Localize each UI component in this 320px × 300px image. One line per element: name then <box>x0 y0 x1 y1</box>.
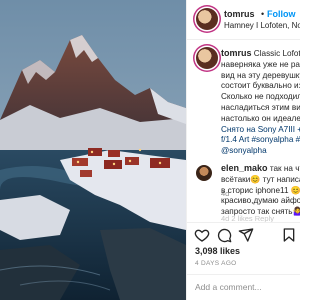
post-age: 4 DAYS AGO <box>195 260 237 267</box>
caption-avatar[interactable] <box>196 47 218 69</box>
post-viewer: tomrus • Follow Hamney I Lofoten, Nordla… <box>0 0 300 300</box>
caption-line: вид на эту деревушку, к <box>221 70 300 80</box>
location-link[interactable]: Hamney I Lofoten, Nordland <box>224 21 300 30</box>
comment-line: красиво,думаю айфон м <box>221 196 300 206</box>
likes-count[interactable]: 3,098 likes <box>195 246 240 256</box>
action-bar <box>187 222 300 245</box>
add-comment-input[interactable]: Add a comment... <box>195 282 262 292</box>
post-photo[interactable] <box>0 0 186 300</box>
avatar[interactable] <box>196 8 218 30</box>
comment-username[interactable]: elen_mako <box>221 163 268 173</box>
follow-button[interactable]: Follow <box>267 9 296 19</box>
comment-line: всётаки😊 тут написано <box>221 174 300 184</box>
caption-username[interactable]: tomrus <box>221 48 252 58</box>
caption-line: наверняка уже не раз в <box>221 59 300 69</box>
caption-mention[interactable]: @sonyalpha <box>221 146 300 157</box>
add-comment-bar[interactable]: Add a comment... <box>187 274 300 300</box>
share-icon[interactable] <box>238 227 254 243</box>
post-header: tomrus • Follow Hamney I Lofoten, Nordla… <box>187 0 300 40</box>
comment-icon[interactable] <box>216 227 232 243</box>
caption-line: Сколько не подходил, н <box>221 92 300 102</box>
caption-line: настолько он идеален. <box>221 113 300 123</box>
caption-line: Classic Lofoten view <box>253 49 300 58</box>
lofoten-landscape-image <box>0 0 186 300</box>
comment-line: так на что сн <box>269 164 300 173</box>
comment-avatar[interactable] <box>196 165 212 181</box>
caption-text: tomrus Classic Lofoten view наверняка уж… <box>221 48 300 157</box>
comment-text: elen_mako так на что сн всётаки😊 тут нап… <box>221 163 300 218</box>
username-link[interactable]: tomrus <box>224 9 255 19</box>
caption-line[interactable]: f/1.4 Art #sonyalpha #bea <box>221 135 300 146</box>
caption-line[interactable]: Снято на Sony A7III + Sig <box>221 125 300 136</box>
caption-line: состоит буквально из дв <box>221 81 300 91</box>
comment-line: в сторис iphone11 😊 оч <box>221 185 300 195</box>
caption-line: насладиться этим видом <box>221 102 300 112</box>
heart-icon[interactable] <box>194 227 210 243</box>
post-side-panel: tomrus • Follow Hamney I Lofoten, Nordla… <box>186 0 300 300</box>
separator-dot: • <box>261 9 265 19</box>
bookmark-icon[interactable] <box>281 227 297 243</box>
